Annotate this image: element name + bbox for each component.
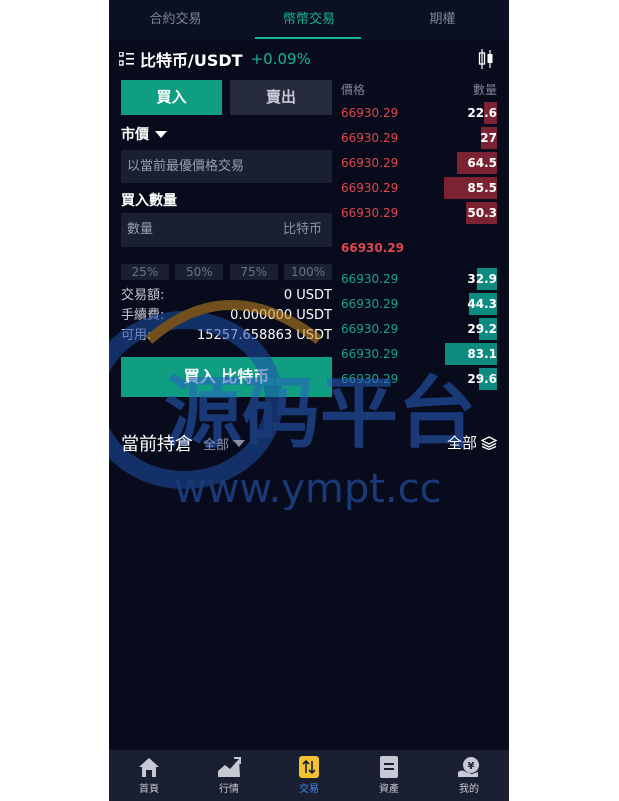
nav-home-label: 首頁 xyxy=(139,784,159,795)
buy-quantity-label: 買入數量 xyxy=(121,193,177,209)
bid-price: 66930.29 xyxy=(341,297,399,311)
trade-icon xyxy=(299,756,319,778)
ask-price: 66930.29 xyxy=(341,181,399,195)
trading-pair-header[interactable]: 比特币/USDT +0.09% xyxy=(119,48,311,70)
bid-price: 66930.29 xyxy=(341,347,399,361)
ask-price: 66930.29 xyxy=(341,156,399,170)
percent-100-button[interactable]: 100% xyxy=(283,264,332,280)
nav-market-label: 行情 xyxy=(219,784,239,795)
pair-name: 比特币/USDT xyxy=(140,51,243,70)
buy-tab-button[interactable]: 買入 xyxy=(121,80,222,115)
bid-amount: 44.3 xyxy=(467,297,497,311)
bottom-nav: 首頁 行情 交易 資產 ¥ 我的 xyxy=(109,750,509,801)
ask-amount: 27 xyxy=(480,131,497,145)
bid-amount: 83.1 xyxy=(467,347,497,361)
active-tab-indicator xyxy=(255,37,361,39)
caret-down-icon xyxy=(233,439,246,447)
assets-icon xyxy=(380,756,398,778)
bid-row[interactable]: 66930.29 44.3 xyxy=(341,293,497,315)
nav-market[interactable]: 行情 xyxy=(189,750,269,801)
top-tab-bar: 合約交易 幣幣交易 期權 xyxy=(109,0,509,40)
bid-price: 66930.29 xyxy=(341,322,399,336)
ask-amount: 85.5 xyxy=(467,181,497,195)
ask-row[interactable]: 66930.29 85.5 xyxy=(341,177,497,199)
bid-amount: 32.9 xyxy=(467,272,497,286)
market-price-field: 以當前最優價格交易 xyxy=(121,150,332,183)
order-type-dropdown[interactable]: 市價 xyxy=(121,124,167,144)
ask-price: 66930.29 xyxy=(341,206,399,220)
ask-row[interactable]: 66930.29 22.6 xyxy=(341,102,497,124)
sell-tab-button[interactable]: 賣出 xyxy=(230,80,332,115)
holdings-filter[interactable]: 全部 xyxy=(203,434,229,453)
app-screen: 合約交易 幣幣交易 期權 比特币/USDT +0.09% 買入 賣出 市價 以當… xyxy=(109,0,509,801)
tab-spot-trading[interactable]: 幣幣交易 xyxy=(242,0,376,40)
pair-change: +0.09% xyxy=(250,50,311,68)
candlestick-chart-icon[interactable] xyxy=(477,48,495,70)
nav-profile-label: 我的 xyxy=(459,784,479,795)
trade-amount-value: 0 USDT xyxy=(283,288,332,303)
percent-25-button[interactable]: 25% xyxy=(121,264,169,280)
available-row: 可用: 15257.658863 USDT xyxy=(121,327,332,345)
bid-price: 66930.29 xyxy=(341,372,399,386)
nav-assets[interactable]: 資產 xyxy=(349,750,429,801)
all-orders-label: 全部 xyxy=(446,434,477,452)
nav-assets-label: 資產 xyxy=(379,784,399,795)
orderbook-amount-header: 數量 xyxy=(472,83,497,97)
ask-amount: 64.5 xyxy=(467,156,497,170)
profile-icon: ¥ xyxy=(458,757,479,777)
holdings-title: 當前持倉 xyxy=(121,434,193,455)
trade-amount-label: 交易額: xyxy=(121,288,165,303)
ask-amount: 50.3 xyxy=(467,206,497,220)
order-type-label: 市價 xyxy=(121,127,149,143)
nav-trade-label: 交易 xyxy=(299,784,319,795)
bid-row[interactable]: 66930.29 83.1 xyxy=(341,343,497,365)
fee-row: 手續費: 0.000000 USDT xyxy=(121,307,332,325)
last-price: 66930.29 xyxy=(341,241,405,255)
watermark-url: www.ympt.cc xyxy=(174,466,442,510)
ask-price: 66930.29 xyxy=(341,106,399,120)
nav-home[interactable]: 首頁 xyxy=(109,750,189,801)
nav-profile[interactable]: ¥ 我的 xyxy=(429,750,509,801)
submit-buy-button[interactable]: 買入 比特币 xyxy=(121,357,332,397)
layers-icon xyxy=(481,435,497,450)
home-icon xyxy=(139,758,159,777)
current-holdings-header: 當前持倉 全部 xyxy=(121,430,246,456)
market-chart-icon xyxy=(218,757,241,777)
caret-down-icon xyxy=(155,130,167,138)
quantity-placeholder: 數量 xyxy=(127,222,154,237)
ask-row[interactable]: 66930.29 64.5 xyxy=(341,152,497,174)
pair-menu-icon[interactable] xyxy=(119,52,134,66)
ask-row[interactable]: 66930.29 27 xyxy=(341,127,497,149)
fee-label: 手續費: xyxy=(121,308,165,323)
ask-price: 66930.29 xyxy=(341,131,399,145)
bid-row[interactable]: 66930.29 29.2 xyxy=(341,318,497,340)
bid-amount: 29.2 xyxy=(467,322,497,336)
tab-options[interactable]: 期權 xyxy=(376,0,509,40)
bid-row[interactable]: 66930.29 29.6 xyxy=(341,368,497,390)
all-orders-button[interactable]: 全部 xyxy=(447,432,497,453)
tab-contract-trading[interactable]: 合約交易 xyxy=(109,0,242,40)
available-value: 15257.658863 USDT xyxy=(197,328,332,343)
bid-row[interactable]: 66930.29 32.9 xyxy=(341,268,497,290)
ask-amount: 22.6 xyxy=(467,106,497,120)
fee-value: 0.000000 USDT xyxy=(230,308,332,323)
nav-trade[interactable]: 交易 xyxy=(269,750,349,801)
bid-price: 66930.29 xyxy=(341,272,399,286)
percent-50-button[interactable]: 50% xyxy=(175,264,224,280)
bid-amount: 29.6 xyxy=(467,372,497,386)
ask-row[interactable]: 66930.29 50.3 xyxy=(341,202,497,224)
available-label: 可用: xyxy=(121,328,152,343)
percent-75-button[interactable]: 75% xyxy=(229,264,278,280)
trade-amount-row: 交易額: 0 USDT xyxy=(121,287,332,305)
orderbook-price-header: 價格 xyxy=(341,83,366,97)
percent-selector: 25% 50% 75% 100% xyxy=(121,264,332,280)
quantity-input[interactable]: 數量 比特币 xyxy=(121,213,332,247)
svg-text:¥: ¥ xyxy=(468,761,475,772)
quantity-unit: 比特币 xyxy=(282,222,322,237)
